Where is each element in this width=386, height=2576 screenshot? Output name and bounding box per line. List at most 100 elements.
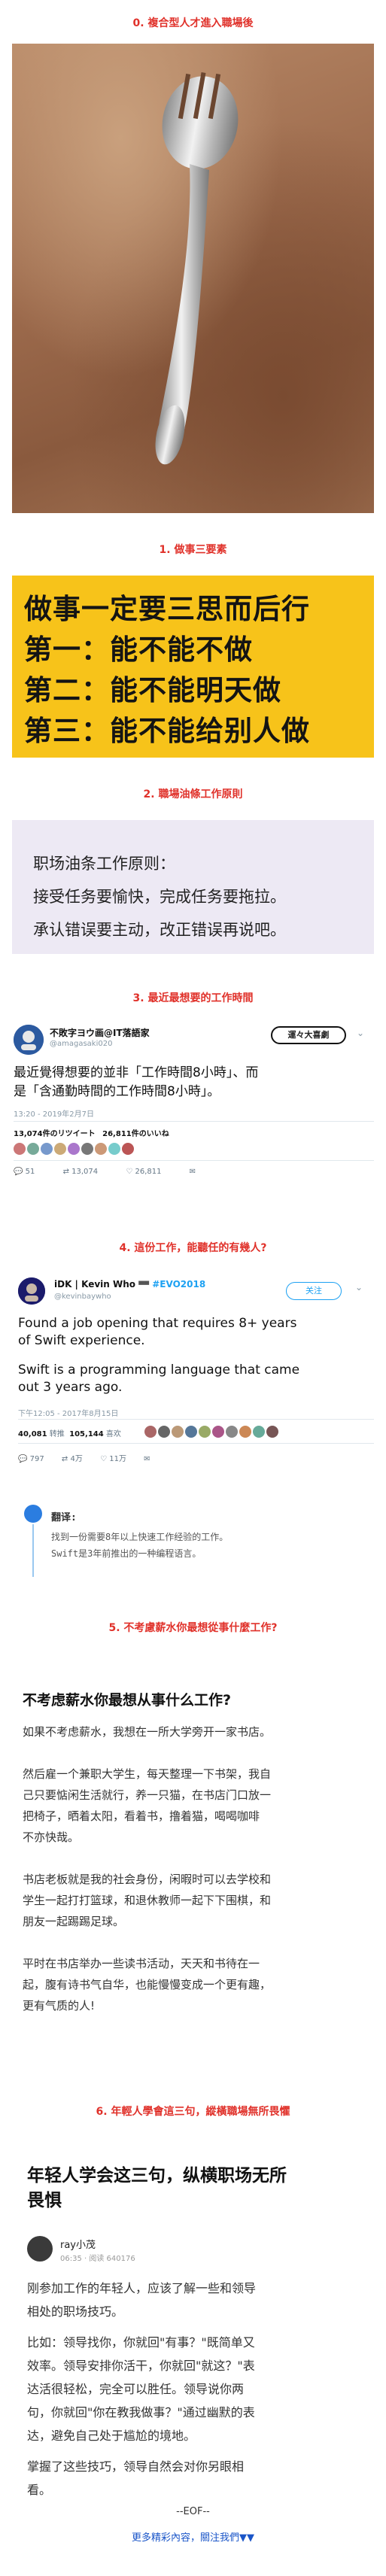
reply-button[interactable]: 💬 51: [14, 1168, 35, 1176]
translation-label: 翻译:: [51, 1512, 77, 1523]
follow-button[interactable]: 关注: [286, 1282, 342, 1300]
heart-icon: ♡: [126, 1168, 133, 1176]
tweet-author-name-text: iDK | Kevin Who: [54, 1279, 136, 1290]
avatar[interactable]: [18, 1277, 45, 1305]
avatar[interactable]: [122, 1142, 134, 1155]
tweet-author-name[interactable]: 不敗字ヨウ画@IT落語家: [50, 1026, 150, 1039]
author-name[interactable]: ray小茂: [60, 2237, 96, 2251]
avatar[interactable]: [14, 1142, 26, 1155]
reply-icon: 💬: [18, 1455, 28, 1463]
mail-icon: ✉: [189, 1168, 196, 1176]
tweet-card: iDK | Kevin Who ▀▀ #EVO2018 @kevinbaywho…: [12, 1273, 374, 1491]
reply-button[interactable]: 💬 797: [18, 1455, 44, 1463]
banner-line: 第一：能不能不做: [24, 633, 253, 666]
article-line: 学生一起打打篮球，和退休教师一起下下围棋，和: [23, 1894, 272, 1907]
rules-banner: 做事一定要三思而后行 第一：能不能不做 第二：能不能明天做 第三：能不能给别人做: [12, 576, 374, 758]
reply-count: 797: [29, 1455, 44, 1463]
avatar[interactable]: [68, 1142, 80, 1155]
article-line: 己只要惦闲生活就行，养一只猫，在书店门口放一: [23, 1788, 272, 1802]
retweet-button[interactable]: ⇄ 13,074: [63, 1168, 99, 1176]
avatar[interactable]: [199, 1425, 211, 1438]
avatar-icon: [18, 1277, 45, 1305]
avatar[interactable]: [14, 1025, 44, 1055]
article-line: 书店老板就是我的社会身份，闲暇时可以去学校和: [23, 1873, 272, 1886]
retweet-icon: ⇄: [61, 1455, 68, 1463]
article-line: 更有气质的人!: [23, 1999, 96, 2012]
chevron-down-icon[interactable]: ⌄: [355, 1282, 363, 1293]
mail-icon: ✉: [144, 1455, 150, 1463]
article-line: 把椅子，晒着太阳，看着书，撸着猫，喝喝咖啡: [23, 1809, 260, 1823]
tweet-text-line: of Swift experience.: [18, 1333, 145, 1348]
end-of-file-marker: --EOF--: [176, 2506, 210, 2517]
section-title: 2. 職場油條工作原則: [143, 788, 243, 800]
chevron-down-icon[interactable]: ⌄: [357, 1028, 364, 1038]
tweet-handle[interactable]: @kevinbaywho: [54, 1293, 111, 1301]
translation-line: Swift是3年前推出的一种编程语言。: [51, 1548, 202, 1559]
article-meta: 06:35 · 阅读 640176: [60, 2255, 135, 2263]
tweet-text-line: 是「含通勤時間的工作時間8小時」。: [14, 1084, 220, 1099]
article-line: 如果不考虑薪水，我想在一所大学旁开一家书店。: [23, 1725, 272, 1739]
avatar[interactable]: [185, 1425, 197, 1438]
avatar[interactable]: [41, 1142, 53, 1155]
retweet-count: 13,074: [71, 1168, 99, 1176]
principle-box: 职场油条工作原则： 接受任务要愉快，完成任务要拖拉。 承认错误要主动，改正错误再…: [12, 820, 374, 954]
section-title: 1. 做事三要素: [159, 544, 227, 556]
article-line: 达活很轻松，完全可以胜任。领导说你两: [27, 2382, 245, 2396]
principle-line: 承认错误要主动，改正错误再说吧。: [33, 921, 286, 939]
avatar[interactable]: [266, 1425, 278, 1438]
like-count[interactable]: 105,144: [69, 1430, 104, 1438]
article-line: 相处的职场技巧。: [27, 2304, 124, 2319]
article-line: 效率。领导安排你活干，你就回"就这？"表: [27, 2359, 255, 2373]
avatar[interactable]: [24, 1505, 42, 1523]
article-line: 刚参加工作的年轻人，应该了解一些和领导: [27, 2281, 257, 2295]
section-title: 5. 不考慮薪水你最想從事什麼工作?: [108, 1622, 278, 1634]
evo-icon: ▀▀: [138, 1282, 150, 1290]
principle-line: 接受任务要愉快，完成任务要拖拉。: [33, 888, 286, 906]
avatar[interactable]: [226, 1425, 238, 1438]
tweet-text-line: Swift is a programming language that cam…: [18, 1362, 300, 1378]
article-card: 年轻人学会这三句，纵横职场无所 畏惧 ray小茂 06:35 · 阅读 6401…: [12, 2164, 374, 2497]
article-title-line: 畏惧: [27, 2191, 62, 2210]
avatar[interactable]: [27, 2236, 53, 2262]
retweet-count[interactable]: 13,074件のリツイート: [14, 1130, 96, 1138]
message-button[interactable]: ✉: [144, 1455, 150, 1463]
avatar[interactable]: [158, 1425, 170, 1438]
like-button[interactable]: ♡ 26,811: [126, 1168, 161, 1176]
tweet-stats: 40,081 转推 105,144 喜欢: [18, 1427, 121, 1438]
avatar[interactable]: [108, 1142, 120, 1155]
avatar-icon: [14, 1025, 44, 1055]
article-line: 达，避免自己处于尴尬的境地。: [27, 2429, 196, 2443]
avatar[interactable]: [95, 1142, 107, 1155]
avatar[interactable]: [81, 1142, 93, 1155]
badge: 運々大喜劇: [271, 1026, 346, 1044]
banner-line: 第三：能不能给别人做: [24, 715, 310, 747]
avatar[interactable]: [212, 1425, 224, 1438]
avatar[interactable]: [54, 1142, 66, 1155]
retweet-count[interactable]: 40,081: [18, 1430, 47, 1438]
tweet-text-line: out 3 years ago.: [18, 1380, 123, 1395]
banner-line: 第二：能不能明天做: [24, 674, 281, 706]
article-title-line: 年轻人学会这三句，纵横职场无所: [27, 2166, 287, 2186]
avatar[interactable]: [144, 1425, 157, 1438]
like-button[interactable]: ♡ 11万: [100, 1455, 126, 1463]
retweet-button[interactable]: ⇄ 4万: [62, 1455, 83, 1463]
tweet-author-name[interactable]: iDK | Kevin Who ▀▀ #EVO2018: [54, 1279, 205, 1290]
tweet-actions: 💬 797 ⇄ 4万 ♡ 11万 ✉: [18, 1452, 176, 1463]
tweet-handle[interactable]: @amagasaki020: [50, 1040, 112, 1048]
tweet-date: 13:20 - 2019年2月7日: [14, 1110, 94, 1119]
like-count: 11万: [109, 1455, 126, 1463]
article-line: 掌握了这些技巧，领导自然会对你另眼相: [27, 2459, 245, 2474]
tweet-text-line: Found a job opening that requires 8+ yea…: [18, 1316, 297, 1331]
avatar[interactable]: [253, 1425, 265, 1438]
follow-more-link[interactable]: 更多精彩內容，關注我們▼▼: [0, 2529, 386, 2544]
avatar[interactable]: [172, 1425, 184, 1438]
avatar[interactable]: [239, 1425, 251, 1438]
tweet-text-line: 最近覺得想要的並非「工作時間8小時」、而: [14, 1065, 259, 1080]
like-count[interactable]: 26,811件のいいね: [102, 1130, 169, 1138]
liker-avatars: [144, 1423, 280, 1438]
hashtag[interactable]: #EVO2018: [152, 1279, 205, 1290]
message-button[interactable]: ✉: [190, 1168, 196, 1176]
article-title: 不考虑薪水你最想从事什么工作?: [23, 1692, 232, 1709]
avatar[interactable]: [27, 1142, 39, 1155]
tweet-date: 下午12:05 - 2017年8月15日: [18, 1410, 119, 1418]
